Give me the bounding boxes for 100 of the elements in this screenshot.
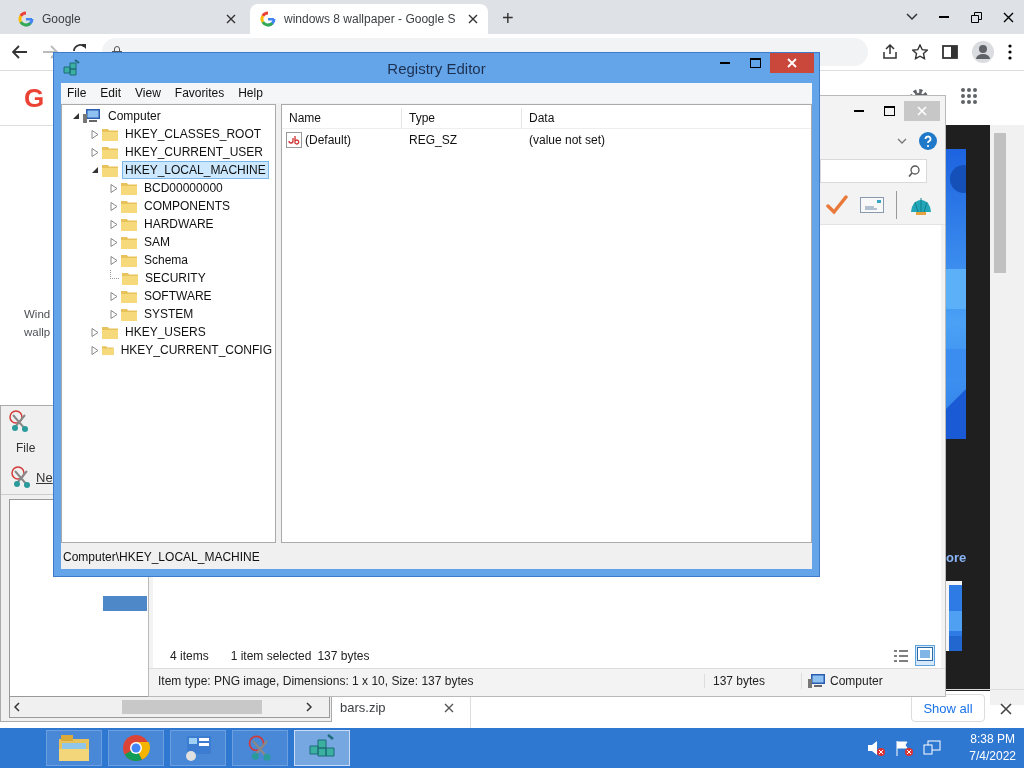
- share-icon[interactable]: [882, 44, 898, 60]
- menu-item[interactable]: File: [67, 86, 87, 100]
- star-icon[interactable]: [912, 44, 928, 60]
- taskbar-button[interactable]: [170, 730, 226, 766]
- browser-tab[interactable]: windows 8 wallpaper - Google S: [250, 4, 488, 34]
- menu-item[interactable]: Edit: [100, 86, 122, 100]
- tree-item[interactable]: HKEY_LOCAL_MACHINE: [122, 161, 269, 179]
- maximize-icon[interactable]: [749, 58, 761, 68]
- column-header[interactable]: Data: [522, 108, 811, 128]
- maximize-icon[interactable]: [883, 106, 895, 116]
- search-field[interactable]: [820, 159, 927, 183]
- folder-icon: [102, 325, 118, 339]
- tree-item[interactable]: HKEY_CLASSES_ROOT: [122, 125, 265, 143]
- collapsed-arrow-icon[interactable]: [91, 345, 99, 355]
- collapsed-arrow-icon[interactable]: [110, 255, 118, 265]
- new-button[interactable]: Ne: [36, 469, 53, 485]
- collapsed-arrow-icon[interactable]: [110, 291, 118, 301]
- scroll-left-icon[interactable]: [14, 702, 20, 712]
- tree-item[interactable]: SECURITY: [142, 269, 209, 287]
- collapsed-arrow-icon[interactable]: [110, 237, 118, 247]
- tree-item[interactable]: HKEY_USERS: [122, 323, 209, 341]
- search-icon[interactable]: [908, 165, 920, 177]
- close-icon[interactable]: [226, 14, 236, 24]
- folder-icon: [102, 145, 118, 159]
- collapsed-arrow-icon[interactable]: [110, 309, 118, 319]
- menu-icon[interactable]: [1008, 44, 1012, 60]
- status-path: Computer\HKEY_LOCAL_MACHINE: [63, 550, 260, 564]
- scroll-right-icon[interactable]: [306, 702, 312, 712]
- help-icon[interactable]: [919, 132, 937, 150]
- collapsed-arrow-icon[interactable]: [91, 327, 99, 337]
- browser-tab[interactable]: Google: [8, 4, 246, 34]
- column-header[interactable]: Name: [282, 108, 402, 128]
- profile-icon[interactable]: [972, 41, 994, 63]
- new-tab-button[interactable]: +: [502, 7, 514, 30]
- collapsed-arrow-icon[interactable]: [91, 147, 99, 157]
- tree-item[interactable]: HKEY_CURRENT_USER: [122, 143, 267, 161]
- tree-item[interactable]: HARDWARE: [141, 215, 217, 233]
- tree-item[interactable]: HKEY_CURRENT_CONFIG: [117, 341, 275, 359]
- clock-time[interactable]: 8:38 PM: [970, 731, 1015, 748]
- expanded-arrow-icon[interactable]: [72, 112, 80, 120]
- favicon-icon: [18, 11, 34, 27]
- tree-item[interactable]: Schema: [141, 251, 192, 269]
- horizontal-scrollbar[interactable]: [9, 697, 330, 718]
- expanded-arrow-icon[interactable]: [91, 166, 99, 174]
- highlight-stroke: [103, 596, 147, 611]
- network-icon[interactable]: [923, 740, 942, 756]
- snippet-text: Wind: [24, 307, 51, 322]
- taskbar-button[interactable]: [294, 730, 350, 766]
- tree-item[interactable]: Computer: [105, 107, 164, 125]
- close-icon[interactable]: [444, 703, 454, 713]
- menu-item[interactable]: File: [16, 441, 36, 455]
- back-icon[interactable]: [12, 45, 28, 59]
- tree-item[interactable]: SYSTEM: [141, 305, 197, 323]
- item-count: 4 items: [170, 648, 209, 663]
- logo[interactable]: G: [24, 82, 45, 114]
- item-details: Item type: PNG image, Dimensions: 1 x 10, Size: 137 bytes: [158, 674, 475, 688]
- collapsed-arrow-icon[interactable]: [110, 201, 118, 211]
- menu-item[interactable]: View: [135, 86, 161, 100]
- tree-item[interactable]: SOFTWARE: [141, 287, 215, 305]
- forward-icon[interactable]: [42, 45, 58, 59]
- collapsed-arrow-icon[interactable]: [110, 219, 118, 229]
- string-value-icon: [286, 132, 302, 148]
- clock-date[interactable]: 7/4/2022: [969, 748, 1016, 765]
- folder-icon: [59, 735, 89, 761]
- download-file-name[interactable]: bars.zip: [340, 700, 386, 715]
- close-icon[interactable]: [468, 14, 478, 24]
- tree-item[interactable]: BCD00000000: [141, 179, 226, 197]
- flag-icon[interactable]: [895, 740, 914, 756]
- scissors-icon: [7, 409, 31, 433]
- tree-item[interactable]: COMPONENTS: [141, 197, 233, 215]
- favicon-icon: [260, 11, 276, 27]
- restore-icon[interactable]: [970, 11, 982, 23]
- folder-icon: [102, 343, 114, 357]
- envelope-icon[interactable]: [860, 197, 884, 213]
- checkmark-icon[interactable]: [826, 195, 848, 215]
- snippet-text: wallp: [24, 325, 51, 340]
- show-all-button[interactable]: Show all: [911, 694, 985, 722]
- folder-icon: [102, 163, 118, 177]
- taskbar-button[interactable]: [46, 730, 102, 766]
- file-size: 137 bytes: [704, 674, 801, 688]
- control-panel-icon: [183, 734, 213, 762]
- speaker-muted-icon[interactable]: [867, 740, 886, 756]
- collapsed-arrow-icon[interactable]: [110, 183, 118, 193]
- collapsed-arrow-icon[interactable]: [91, 129, 99, 139]
- close-icon[interactable]: [1002, 11, 1014, 23]
- close-icon[interactable]: [1000, 703, 1012, 715]
- scrollbar[interactable]: [990, 125, 1024, 705]
- selection-status: 1 item selected: [230, 648, 312, 663]
- details-view-icon[interactable]: [893, 648, 909, 663]
- taskbar-button[interactable]: [108, 730, 164, 766]
- menu-item[interactable]: Favorites: [174, 86, 225, 100]
- chevron-down-icon[interactable]: [906, 13, 918, 21]
- apps-grid-icon[interactable]: [960, 87, 978, 105]
- preview-view-button[interactable]: [915, 645, 935, 666]
- column-header[interactable]: Type: [402, 108, 522, 128]
- more-link[interactable]: ore: [946, 550, 967, 565]
- tree-item[interactable]: SAM: [141, 233, 173, 251]
- side-panel-icon[interactable]: [942, 44, 958, 60]
- picture-view-icon[interactable]: [917, 647, 933, 661]
- menu-item[interactable]: Help: [238, 86, 263, 100]
